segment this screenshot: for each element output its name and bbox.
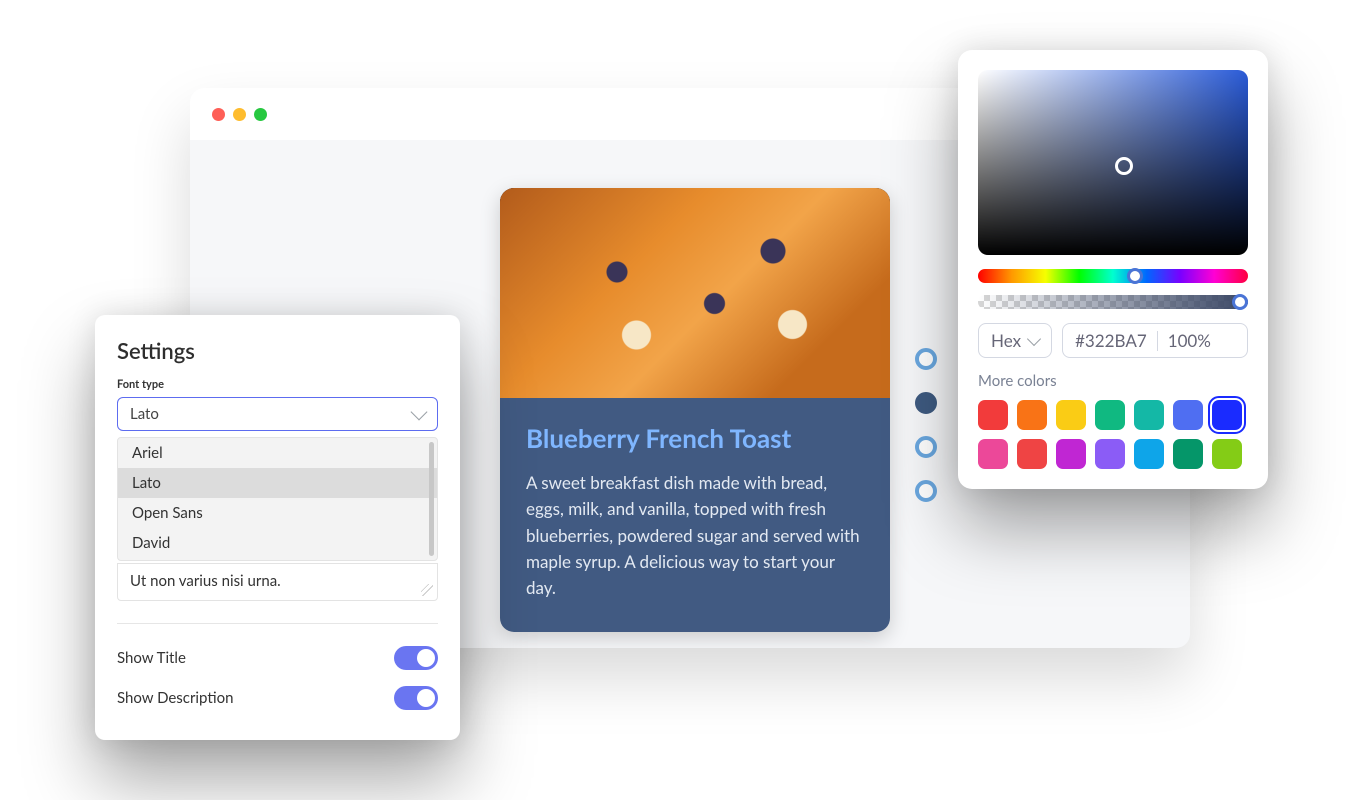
card-description: A sweet breakfast dish made with bread, … bbox=[526, 470, 864, 602]
show-title-label: Show Title bbox=[117, 649, 186, 667]
color-value-row: Hex #322BA7 100% bbox=[978, 323, 1248, 358]
maximize-icon[interactable] bbox=[254, 108, 267, 121]
font-option[interactable]: Ariel bbox=[118, 438, 437, 468]
settings-panel: Settings Font type Lato Ariel Lato Open … bbox=[95, 315, 460, 740]
pager-dot-4[interactable] bbox=[915, 480, 937, 502]
show-title-row: Show Title bbox=[117, 638, 438, 678]
pager-dot-1[interactable] bbox=[915, 348, 937, 370]
opacity-value: 100% bbox=[1168, 330, 1211, 351]
color-swatch[interactable] bbox=[978, 439, 1008, 469]
card-title: Blueberry French Toast bbox=[526, 422, 864, 454]
divider bbox=[117, 623, 438, 624]
show-title-toggle[interactable] bbox=[394, 646, 438, 670]
color-swatch[interactable] bbox=[1017, 439, 1047, 469]
minimize-icon[interactable] bbox=[233, 108, 246, 121]
card-image bbox=[500, 188, 890, 398]
font-option[interactable]: David bbox=[118, 528, 437, 558]
alpha-thumb-icon[interactable] bbox=[1232, 294, 1248, 310]
font-option[interactable]: Lato bbox=[118, 468, 437, 498]
settings-title: Settings bbox=[117, 337, 438, 364]
content-card: Blueberry French Toast A sweet breakfast… bbox=[500, 188, 890, 632]
color-format-value: Hex bbox=[991, 330, 1021, 351]
pager-dot-3[interactable] bbox=[915, 436, 937, 458]
pager-dot-2[interactable] bbox=[915, 392, 937, 414]
color-swatch[interactable] bbox=[1056, 400, 1086, 430]
sample-textarea[interactable]: Ut non varius nisi urna. bbox=[117, 563, 438, 601]
color-picker-panel: Hex #322BA7 100% More colors bbox=[958, 50, 1268, 489]
font-select[interactable]: Lato bbox=[117, 397, 438, 431]
color-swatch[interactable] bbox=[1173, 400, 1203, 430]
color-swatch[interactable] bbox=[1212, 439, 1242, 469]
scrollbar[interactable] bbox=[429, 442, 434, 556]
hue-thumb-icon[interactable] bbox=[1127, 268, 1143, 284]
show-description-row: Show Description bbox=[117, 678, 438, 718]
chevron-down-icon bbox=[411, 403, 428, 420]
color-format-select[interactable]: Hex bbox=[978, 323, 1052, 358]
color-swatch[interactable] bbox=[1056, 439, 1086, 469]
color-cursor-icon[interactable] bbox=[1115, 157, 1133, 175]
color-swatch[interactable] bbox=[1017, 400, 1047, 430]
saturation-lightness-field[interactable] bbox=[978, 70, 1248, 255]
font-select-value: Lato bbox=[130, 405, 159, 423]
color-value-input[interactable]: #322BA7 100% bbox=[1062, 323, 1248, 358]
more-colors-label: More colors bbox=[978, 372, 1248, 390]
color-swatch[interactable] bbox=[1212, 400, 1242, 430]
hex-value: #322BA7 bbox=[1075, 330, 1147, 351]
color-swatch[interactable] bbox=[1095, 400, 1125, 430]
font-option[interactable]: Open Sans bbox=[118, 498, 437, 528]
card-body: Blueberry French Toast A sweet breakfast… bbox=[500, 398, 890, 632]
show-description-label: Show Description bbox=[117, 689, 233, 707]
hue-slider[interactable] bbox=[978, 269, 1248, 283]
color-swatch[interactable] bbox=[1095, 439, 1125, 469]
close-icon[interactable] bbox=[212, 108, 225, 121]
font-type-label: Font type bbox=[117, 378, 438, 391]
color-swatch[interactable] bbox=[1173, 439, 1203, 469]
font-dropdown: Ariel Lato Open Sans David bbox=[117, 437, 438, 561]
color-swatch[interactable] bbox=[1134, 439, 1164, 469]
chevron-down-icon bbox=[1027, 331, 1041, 345]
color-swatch[interactable] bbox=[978, 400, 1008, 430]
color-swatch[interactable] bbox=[1134, 400, 1164, 430]
pager bbox=[915, 348, 937, 502]
show-description-toggle[interactable] bbox=[394, 686, 438, 710]
divider bbox=[1157, 331, 1158, 351]
swatch-grid bbox=[978, 400, 1248, 469]
alpha-slider[interactable] bbox=[978, 295, 1248, 309]
